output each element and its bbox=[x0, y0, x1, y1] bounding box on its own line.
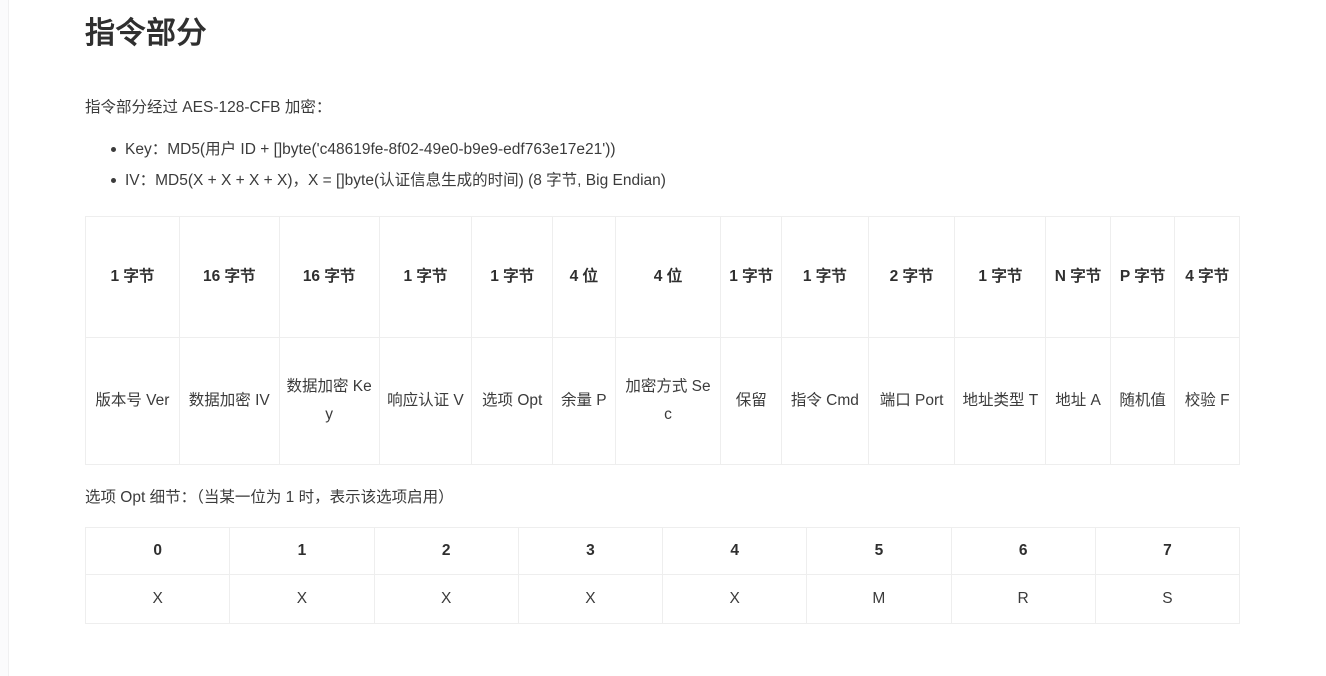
opt-bit-index-cell: 2 bbox=[373, 526, 519, 575]
packet-size-cell: 1 字节 bbox=[720, 215, 782, 338]
packet-field-cell: 校验 F bbox=[1174, 336, 1240, 465]
packet-size-cell: 4 位 bbox=[614, 215, 722, 338]
packet-structure-table: 1 字节 16 字节 16 字节 1 字节 1 字节 4 位4 位1 字节 1 字节 2 字节… bbox=[85, 215, 1240, 465]
opt-table-head: 01234567 bbox=[84, 526, 1241, 575]
opt-bit-index-cell: 3 bbox=[517, 526, 664, 575]
crypto-params-list: Key：MD5(用户 ID + []byte('c48619fe-8f02-49… bbox=[85, 137, 1241, 193]
opt-bits-table: 01234567 XXXXXMRS bbox=[84, 526, 1241, 624]
packet-table-field-row: 版本号 Ver 数据加密 IV 数据加密 Key 响应认证 V 选项 Opt 余量 P 加密… bbox=[85, 336, 1240, 465]
opt-bit-value-cell: X bbox=[517, 573, 664, 624]
packet-field-cell: 指令 Cmd bbox=[780, 336, 869, 465]
opt-bit-index-cell: 7 bbox=[1094, 526, 1241, 575]
opt-bit-value-cell: X bbox=[84, 573, 231, 624]
packet-field-cell: 地址 A bbox=[1045, 336, 1111, 465]
opt-bit-index-cell: 5 bbox=[806, 526, 952, 575]
opt-table-value-row: XXXXXMRS bbox=[84, 573, 1241, 624]
page-title: 指令部分 bbox=[85, 17, 207, 50]
packet-field-cell: 数据加密 Key bbox=[278, 336, 380, 465]
packet-table-size-row: 1 字节 16 字节 16 字节 1 字节 1 字节 4 位4 位1 字节 1 字节 2 字节… bbox=[85, 215, 1240, 338]
opt-bit-index-cell: 1 bbox=[229, 526, 375, 575]
packet-size-cell: 1 字节 bbox=[85, 215, 180, 338]
packet-table-body: 版本号 Ver 数据加密 IV 数据加密 Key 响应认证 V 选项 Opt 余量 P 加密… bbox=[85, 336, 1240, 465]
opt-bit-index-cell: 6 bbox=[950, 526, 1096, 575]
list-item-iv: IV：MD5(X + X + X + X)，X = []byte(认证信息生成的… bbox=[111, 168, 1241, 193]
packet-size-cell: 4 位 bbox=[552, 215, 616, 338]
packet-field-cell: 加密方式 Sec bbox=[614, 336, 722, 465]
packet-table-head: 1 字节 16 字节 16 字节 1 字节 1 字节 4 位4 位1 字节 1 字节 2 字节… bbox=[85, 215, 1240, 338]
packet-field-cell: 随机值 bbox=[1109, 336, 1176, 465]
list-item-key: Key：MD5(用户 ID + []byte('c48619fe-8f02-49… bbox=[111, 137, 1241, 162]
packet-size-cell: 1 字节 bbox=[780, 215, 869, 338]
opt-bit-value-cell: X bbox=[661, 573, 808, 624]
packet-size-cell: 1 字节 bbox=[954, 215, 1047, 338]
packet-field-cell: 端口 Port bbox=[867, 336, 956, 465]
packet-field-cell: 保留 bbox=[720, 336, 782, 465]
opt-note: 选项 Opt 细节：（当某一位为 1 时，表示该选项启用） bbox=[85, 488, 454, 506]
packet-field-cell: 响应认证 V bbox=[378, 336, 473, 465]
packet-field-cell: 余量 P bbox=[552, 336, 616, 465]
document-page: 指令部分 指令部分经过 AES-128-CFB 加密： Key：MD5(用户 I… bbox=[0, 0, 1326, 676]
opt-table-body: XXXXXMRS bbox=[84, 573, 1241, 624]
packet-field-cell: 地址类型 T bbox=[954, 336, 1047, 465]
packet-size-cell: 2 字节 bbox=[867, 215, 956, 338]
packet-size-cell: P 字节 bbox=[1109, 215, 1176, 338]
packet-field-cell: 选项 Opt bbox=[471, 336, 554, 465]
document-content: 指令部分 指令部分经过 AES-128-CFB 加密： Key：MD5(用户 I… bbox=[84, 0, 1241, 624]
opt-bit-index-cell: 0 bbox=[84, 526, 231, 575]
packet-size-cell: 4 字节 bbox=[1174, 215, 1240, 338]
opt-bit-value-cell: S bbox=[1094, 573, 1241, 624]
opt-bit-index-cell: 4 bbox=[661, 526, 808, 575]
packet-size-cell: 1 字节 bbox=[471, 215, 554, 338]
intro-paragraph: 指令部分经过 AES-128-CFB 加密： bbox=[85, 99, 332, 116]
packet-size-cell: 16 字节 bbox=[178, 215, 280, 338]
packet-field-cell: 数据加密 IV bbox=[178, 336, 280, 465]
opt-bit-value-cell: R bbox=[950, 573, 1096, 624]
opt-bit-value-cell: M bbox=[806, 573, 952, 624]
opt-table-header-row: 01234567 bbox=[84, 526, 1241, 575]
packet-field-cell: 版本号 Ver bbox=[85, 336, 180, 465]
opt-bit-value-cell: X bbox=[229, 573, 375, 624]
packet-size-cell: 1 字节 bbox=[378, 215, 473, 338]
packet-size-cell: N 字节 bbox=[1045, 215, 1111, 338]
packet-size-cell: 16 字节 bbox=[278, 215, 380, 338]
opt-bit-value-cell: X bbox=[373, 573, 519, 624]
